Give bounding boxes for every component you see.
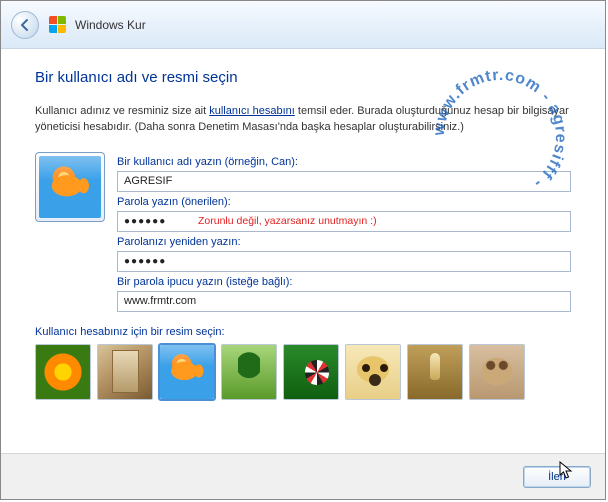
footer: İleri — [1, 453, 605, 499]
back-button[interactable] — [11, 11, 39, 39]
password-label: Parola yazın (önerilen): — [117, 196, 571, 208]
avatar-option-kitten[interactable] — [469, 344, 525, 400]
avatar-option-goldfish[interactable] — [159, 344, 215, 400]
next-button[interactable]: İleri — [523, 466, 591, 488]
desc-text: Kullanıcı adınız ve resminiz size ait — [35, 105, 209, 117]
windows-logo-icon — [49, 16, 67, 34]
avatar-option-flower[interactable] — [35, 344, 91, 400]
avatar-option-chess[interactable] — [407, 344, 463, 400]
password-inline-hint: Zorunlu değil, yazarsanız unutmayın :) — [198, 215, 377, 227]
password2-mask: ●●●●●● — [124, 256, 166, 267]
hint-label: Bir parola ipucu yazın (isteğe bağlı): — [117, 276, 571, 288]
page-description: Kullanıcı adınız ve resminiz size ait ku… — [35, 104, 571, 136]
password-hint-input[interactable]: www.frmtr.com — [117, 291, 571, 312]
content: Bir kullanıcı adı ve resmi seçin Kullanı… — [1, 49, 605, 453]
avatar-picker — [35, 344, 571, 400]
username-label: Bir kullanıcı adı yazın (örneğin, Can): — [117, 156, 571, 168]
password-mask: ●●●●●● — [124, 216, 166, 227]
goldfish-icon — [160, 345, 214, 399]
arrow-left-icon — [18, 18, 32, 32]
page-heading: Bir kullanıcı adı ve resmi seçin — [35, 69, 571, 86]
selected-avatar — [35, 152, 105, 222]
username-value: AGRESIF — [124, 175, 172, 187]
password2-label: Parolanızı yeniden yazın: — [117, 236, 571, 248]
hint-value: www.frmtr.com — [124, 295, 196, 307]
password-confirm-input[interactable]: ●●●●●● — [117, 251, 571, 272]
username-input[interactable]: AGRESIF — [117, 171, 571, 192]
window-title: Windows Kur — [75, 18, 146, 32]
user-account-link[interactable]: kullanıcı hesabını — [209, 105, 295, 117]
avatar-option-bonsai[interactable] — [221, 344, 277, 400]
avatar-option-soccer-ball[interactable] — [283, 344, 339, 400]
password-input[interactable]: ●●●●●● Zorunlu değil, yazarsanız unutmay… — [117, 211, 571, 232]
header: Windows Kur — [1, 1, 605, 49]
avatar-option-puppy[interactable] — [345, 344, 401, 400]
goldfish-icon — [39, 156, 101, 218]
avatar-picker-label: Kullanıcı hesabınız için bir resim seçin… — [35, 326, 571, 338]
avatar-option-blocks[interactable] — [97, 344, 153, 400]
